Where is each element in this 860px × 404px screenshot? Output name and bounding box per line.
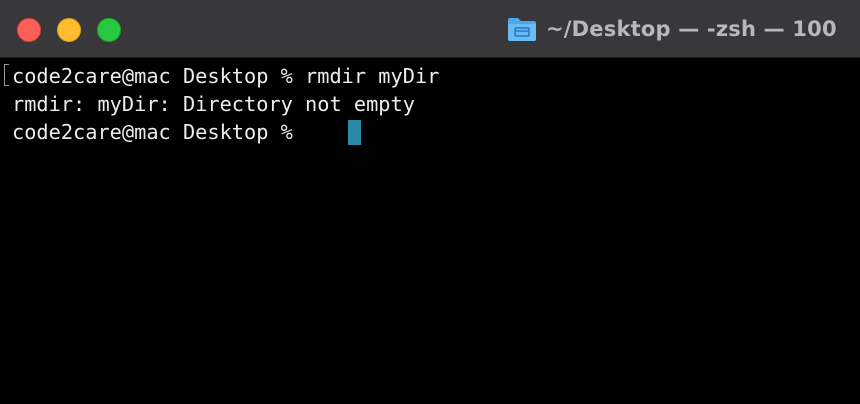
- terminal-line-2: rmdir: myDir: Directory not empty: [12, 92, 415, 116]
- terminal-line-1: code2care@mac Desktop % rmdir myDir: [12, 64, 440, 88]
- text-cursor[interactable]: [348, 120, 361, 145]
- title-bar[interactable]: ~/Desktop — -zsh — 100: [0, 0, 860, 58]
- terminal-line-3: code2care@mac Desktop %: [12, 120, 306, 144]
- terminal-window: ~/Desktop — -zsh — 100 code2care@mac Des…: [0, 0, 860, 404]
- zoom-button[interactable]: [97, 18, 121, 42]
- minimize-button[interactable]: [57, 18, 81, 42]
- window-title-text: ~/Desktop — -zsh — 100: [546, 17, 837, 41]
- folder-icon: [508, 18, 536, 41]
- window-title: ~/Desktop — -zsh — 100: [506, 14, 837, 44]
- close-button[interactable]: [17, 18, 41, 42]
- prompt-mark-bracket: [4, 64, 9, 86]
- terminal-output[interactable]: code2care@mac Desktop % rmdir myDir rmdi…: [0, 58, 860, 404]
